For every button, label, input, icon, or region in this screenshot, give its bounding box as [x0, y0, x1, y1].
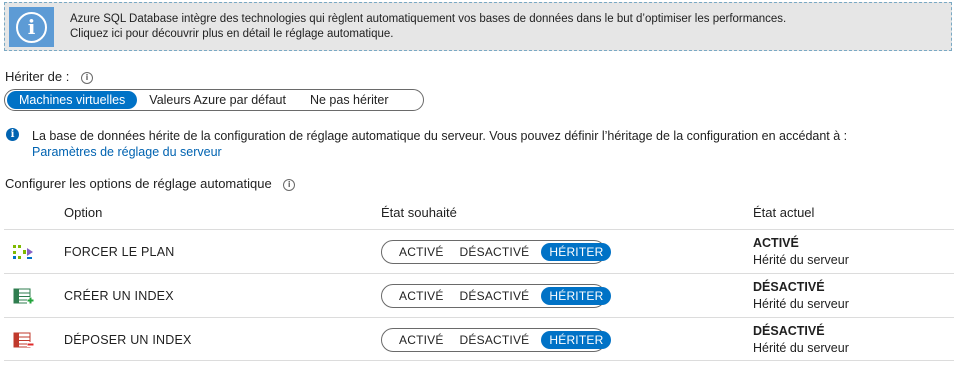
column-header-option: Option [64, 205, 103, 220]
banner-line-2[interactable]: Cliquez ici pour découvrir plus en détai… [70, 27, 786, 42]
toggle-off[interactable]: DÉSACTIVÉ [452, 287, 538, 305]
toggle-on[interactable]: ACTIVÉ [391, 287, 452, 305]
toggle-on[interactable]: ACTIVÉ [391, 243, 452, 261]
column-header-current-state: État actuel [753, 205, 815, 220]
desired-state-toggle: ACTIVÉ DÉSACTIVÉ HÉRITER [381, 284, 612, 308]
toggle-off[interactable]: DÉSACTIVÉ [452, 243, 538, 261]
desired-state-toggle: ACTIVÉ DÉSACTIVÉ HÉRITER [381, 328, 612, 352]
toggle-on[interactable]: ACTIVÉ [391, 331, 452, 349]
info-banner[interactable]: i Azure SQL Database intègre des technol… [4, 2, 952, 51]
option-name: CRÉER UN INDEX [64, 289, 174, 303]
current-state-value: DÉSACTIVÉ [753, 280, 825, 294]
toggle-inherit[interactable]: HÉRITER [541, 287, 612, 305]
table-row: CRÉER UN INDEX ACTIVÉ DÉSACTIVÉ HÉRITER … [4, 273, 954, 317]
current-state: DÉSACTIVÉ Hérité du serveur [753, 279, 849, 313]
toggle-inherit[interactable]: HÉRITER [541, 243, 612, 261]
table-row: FORCER LE PLAN ACTIVÉ DÉSACTIVÉ HÉRITER … [4, 229, 954, 273]
option-name: FORCER LE PLAN [64, 245, 175, 259]
section-title: Configurer les options de réglage automa… [5, 176, 296, 191]
inherit-option-azure-defaults[interactable]: Valeurs Azure par défaut [137, 91, 298, 109]
inherit-option-none[interactable]: Ne pas hériter [298, 91, 401, 109]
force-plan-icon [13, 245, 33, 259]
drop-index-icon [13, 332, 34, 348]
desired-state-toggle: ACTIVÉ DÉSACTIVÉ HÉRITER [381, 240, 612, 264]
info-tooltip-icon[interactable]: i [80, 72, 93, 84]
create-index-icon [13, 288, 34, 304]
current-state: DÉSACTIVÉ Hérité du serveur [753, 323, 849, 357]
inherit-label-text: Hériter de : [5, 69, 70, 84]
toggle-inherit[interactable]: HÉRITER [541, 331, 612, 349]
banner-line-1: Azure SQL Database intègre des technolog… [70, 13, 787, 25]
option-name: DÉPOSER UN INDEX [64, 333, 192, 347]
info-tooltip-icon[interactable]: i [283, 179, 296, 191]
toggle-off[interactable]: DÉSACTIVÉ [452, 331, 538, 349]
inherit-option-vm[interactable]: Machines virtuelles [7, 91, 138, 109]
table-row: DÉPOSER UN INDEX ACTIVÉ DÉSACTIVÉ HÉRITE… [4, 317, 954, 361]
inherit-note: La base de données hérite de la configur… [32, 129, 848, 143]
inherit-label: Hériter de : i [5, 69, 93, 84]
info-icon: i [6, 128, 19, 141]
server-tuning-settings-link[interactable]: Paramètres de réglage du serveur [32, 145, 222, 159]
current-state-source: Hérité du serveur [753, 341, 849, 355]
inherit-selector: Machines virtuelles Valeurs Azure par dé… [4, 89, 424, 111]
current-state-source: Hérité du serveur [753, 297, 849, 311]
current-state-value: DÉSACTIVÉ [753, 324, 825, 338]
column-header-desired-state: État souhaité [381, 205, 457, 220]
info-icon: i [9, 7, 54, 47]
banner-text[interactable]: Azure SQL Database intègre des technolog… [70, 12, 786, 42]
current-state-source: Hérité du serveur [753, 253, 849, 267]
current-state: ACTIVÉ Hérité du serveur [753, 235, 849, 269]
section-title-text: Configurer les options de réglage automa… [5, 176, 272, 191]
current-state-value: ACTIVÉ [753, 236, 799, 250]
